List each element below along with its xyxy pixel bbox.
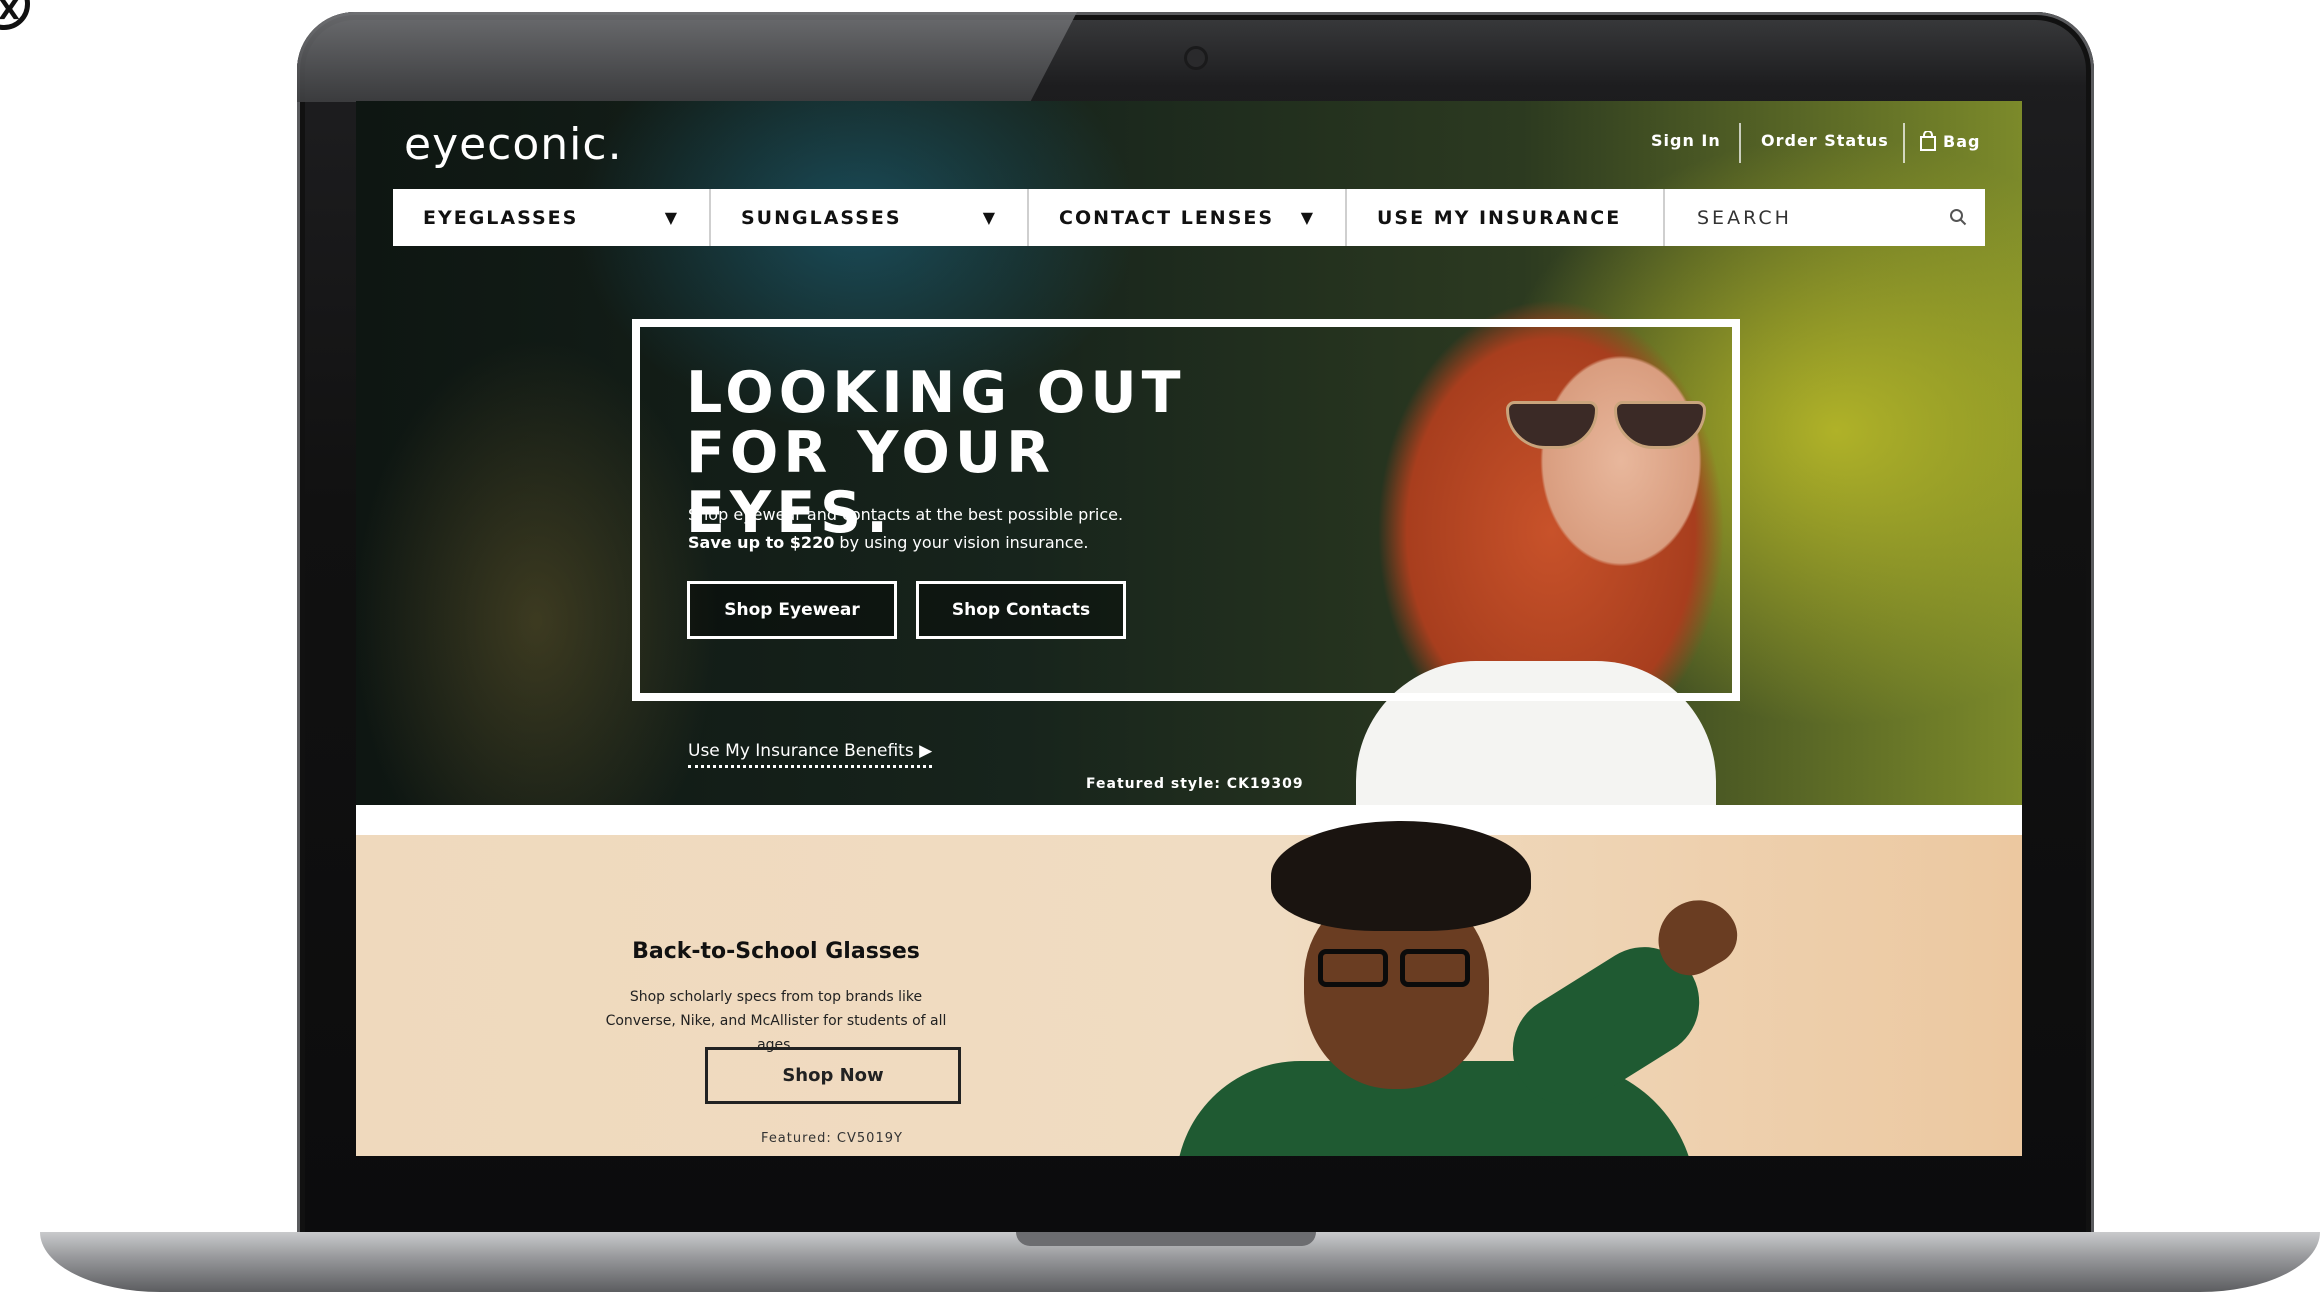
main-nav: EYEGLASSES ▼ SUNGLASSES ▼ CONTACT LENSES… — [393, 189, 1985, 246]
nav-label: CONTACT LENSES — [1059, 206, 1275, 229]
hero-savings: Save up to $220 by using your vision ins… — [688, 533, 1089, 552]
shopping-bag-icon — [1920, 131, 1936, 151]
header-divider — [1739, 123, 1741, 163]
header-divider — [1903, 123, 1905, 163]
corner-badge-icon: X — [0, 0, 30, 30]
nav-eyeglasses[interactable]: EYEGLASSES ▼ — [393, 189, 711, 246]
shop-contacts-button[interactable]: Shop Contacts — [916, 581, 1126, 639]
camera-icon — [1187, 49, 1205, 67]
bag-link[interactable]: Bag — [1919, 131, 1980, 151]
nav-sunglasses[interactable]: SUNGLASSES ▼ — [711, 189, 1029, 246]
shop-eyewear-button[interactable]: Shop Eyewear — [687, 581, 897, 639]
browser-screen: eyeconic. Sign In Order Status Bag EYEGL… — [356, 101, 2022, 1156]
chevron-down-icon: ▼ — [1300, 208, 1313, 227]
laptop-notch — [1016, 1232, 1316, 1246]
chevron-down-icon: ▼ — [982, 208, 995, 227]
hero-featured-style: Featured style: CK19309 — [1086, 776, 1304, 792]
insurance-benefits-link[interactable]: Use My Insurance Benefits ▶ — [688, 741, 933, 768]
order-status-link[interactable]: Order Status — [1761, 131, 1889, 150]
search-icon[interactable] — [1949, 208, 1967, 226]
site-logo[interactable]: eyeconic. — [404, 119, 623, 170]
search-input[interactable] — [1695, 205, 1919, 230]
lid-glare — [297, 12, 1077, 102]
hero-subline: Shop eyewear and contacts at the best po… — [688, 505, 1124, 524]
section-divider — [356, 805, 2022, 835]
nav-label: USE MY INSURANCE — [1377, 206, 1622, 229]
savings-bold: Save up to $220 — [688, 533, 835, 552]
nav-use-my-insurance[interactable]: USE MY INSURANCE — [1347, 189, 1665, 246]
promo-featured-style: Featured: CV5019Y — [761, 1131, 903, 1146]
promo-title: Back-to-School Glasses — [632, 939, 920, 964]
bag-label: Bag — [1943, 131, 1981, 151]
nav-label: SUNGLASSES — [741, 206, 902, 229]
shop-now-button[interactable]: Shop Now — [705, 1047, 961, 1104]
promo-model-hair — [1271, 821, 1531, 931]
nav-contact-lenses[interactable]: CONTACT LENSES ▼ — [1029, 189, 1347, 246]
nav-label: EYEGLASSES — [423, 206, 579, 229]
chevron-down-icon: ▼ — [664, 208, 677, 227]
search-box — [1665, 189, 1985, 246]
sign-in-link[interactable]: Sign In — [1651, 131, 1721, 150]
savings-rest: by using your vision insurance. — [834, 533, 1089, 552]
eyeglasses-image — [1318, 949, 1478, 991]
